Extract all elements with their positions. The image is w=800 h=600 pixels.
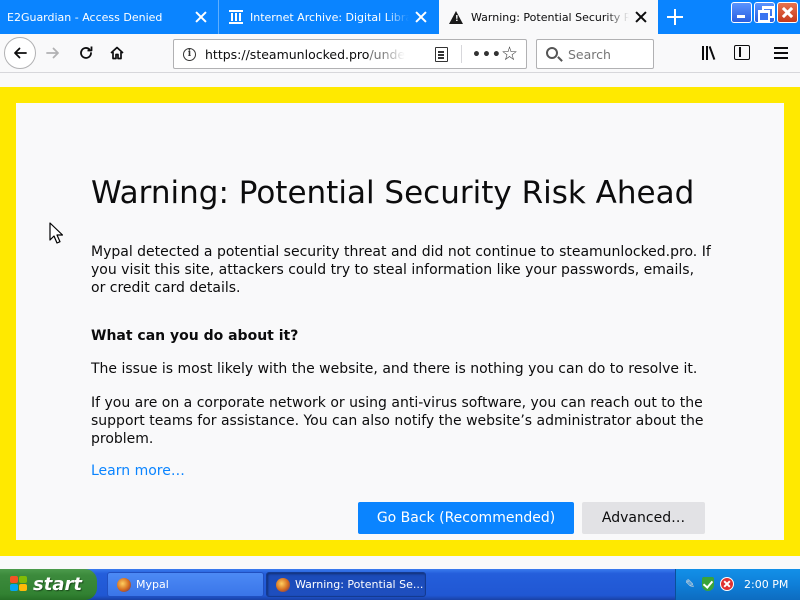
mouse-cursor-icon bbox=[49, 222, 63, 244]
tab-title: Warning: Potential Security Risk Ahead bbox=[471, 10, 629, 24]
tab-title: E2Guardian - Access Denied bbox=[7, 10, 163, 24]
go-back-button[interactable]: Go Back (Recommended) bbox=[358, 502, 574, 534]
close-icon[interactable] bbox=[195, 11, 207, 23]
url-path: /undertale-free-download/ bbox=[369, 47, 405, 62]
close-window-button[interactable] bbox=[777, 2, 798, 23]
maximize-button[interactable] bbox=[754, 2, 775, 23]
reload-button[interactable] bbox=[71, 38, 101, 68]
corporate-network-text: If you are on a corporate network or usi… bbox=[91, 395, 704, 447]
start-button[interactable]: start bbox=[0, 569, 97, 600]
windows-logo-icon bbox=[10, 576, 28, 593]
reader-view-icon[interactable] bbox=[435, 47, 448, 62]
forward-arrow-icon bbox=[46, 47, 59, 59]
page-content: Warning: Potential Security Risk Ahead M… bbox=[0, 74, 800, 569]
back-arrow-icon bbox=[14, 47, 27, 59]
tab-e2guardian[interactable]: E2Guardian - Access Denied bbox=[0, 0, 219, 34]
more-icon[interactable]: ••• bbox=[472, 47, 502, 63]
home-button[interactable] bbox=[102, 38, 132, 68]
library-icon[interactable] bbox=[702, 46, 718, 60]
star-icon[interactable]: ☆ bbox=[501, 43, 518, 65]
system-tray: ✎ 2:00 PM bbox=[675, 569, 800, 600]
learn-more-link[interactable]: Learn more… bbox=[91, 463, 185, 479]
close-icon[interactable] bbox=[635, 11, 647, 23]
forward-button[interactable] bbox=[38, 38, 68, 68]
navigation-toolbar: i https://steamunlocked.pro/undertale-fr… bbox=[0, 34, 800, 73]
home-icon bbox=[110, 46, 124, 60]
minimize-button[interactable] bbox=[731, 2, 752, 23]
advanced-button[interactable]: Advanced… bbox=[582, 502, 705, 534]
tab-title: Internet Archive: Digital Library of Fre… bbox=[250, 10, 409, 24]
taskbar: start Mypal Warning: Potential Se... ✎ 2… bbox=[0, 569, 800, 600]
taskbar-item-label: Warning: Potential Se... bbox=[295, 578, 424, 591]
warning-frame bbox=[0, 87, 800, 556]
tab-internet-archive[interactable]: Internet Archive: Digital Library of Fre… bbox=[219, 0, 438, 34]
reload-icon bbox=[80, 46, 93, 59]
search-icon bbox=[546, 47, 558, 59]
tab-strip: E2Guardian - Access Denied Internet Arch… bbox=[0, 0, 800, 34]
page-title: Warning: Potential Security Risk Ahead bbox=[91, 175, 695, 211]
back-button[interactable] bbox=[4, 37, 36, 69]
menu-icon[interactable] bbox=[774, 46, 788, 58]
taskbar-item-warning[interactable]: Warning: Potential Se... bbox=[266, 572, 426, 597]
new-tab-icon[interactable] bbox=[662, 4, 688, 30]
taskbar-item-mypal[interactable]: Mypal bbox=[107, 572, 264, 597]
blocked-icon[interactable] bbox=[720, 577, 734, 591]
url-bar-divider bbox=[461, 45, 462, 63]
url-text[interactable]: https://steamunlocked.pro/undertale-free… bbox=[205, 47, 405, 62]
warning-icon: ! bbox=[449, 10, 463, 24]
intro-text: Mypal detected a potential security thre… bbox=[91, 244, 711, 296]
start-label: start bbox=[33, 574, 82, 595]
mypal-icon bbox=[276, 578, 290, 592]
url-main: https://steamunlocked.pro bbox=[205, 47, 370, 62]
security-shield-icon[interactable] bbox=[702, 577, 714, 591]
search-input[interactable] bbox=[568, 47, 648, 62]
tools-icon[interactable]: ✎ bbox=[685, 577, 695, 591]
issue-text: The issue is most likely with the websit… bbox=[91, 361, 698, 377]
search-bar[interactable] bbox=[536, 39, 654, 69]
archive-temple-icon bbox=[229, 10, 243, 24]
tab-security-warning[interactable]: ! Warning: Potential Security Risk Ahead bbox=[439, 0, 658, 34]
taskbar-item-label: Mypal bbox=[136, 578, 169, 591]
close-icon[interactable] bbox=[415, 11, 427, 23]
mypal-icon bbox=[117, 578, 131, 592]
url-bar[interactable]: i https://steamunlocked.pro/undertale-fr… bbox=[173, 39, 527, 69]
sidebar-icon[interactable] bbox=[734, 45, 750, 60]
clock[interactable]: 2:00 PM bbox=[744, 578, 788, 591]
info-icon[interactable]: i bbox=[183, 48, 196, 61]
what-can-you-do-heading: What can you do about it? bbox=[91, 328, 299, 344]
